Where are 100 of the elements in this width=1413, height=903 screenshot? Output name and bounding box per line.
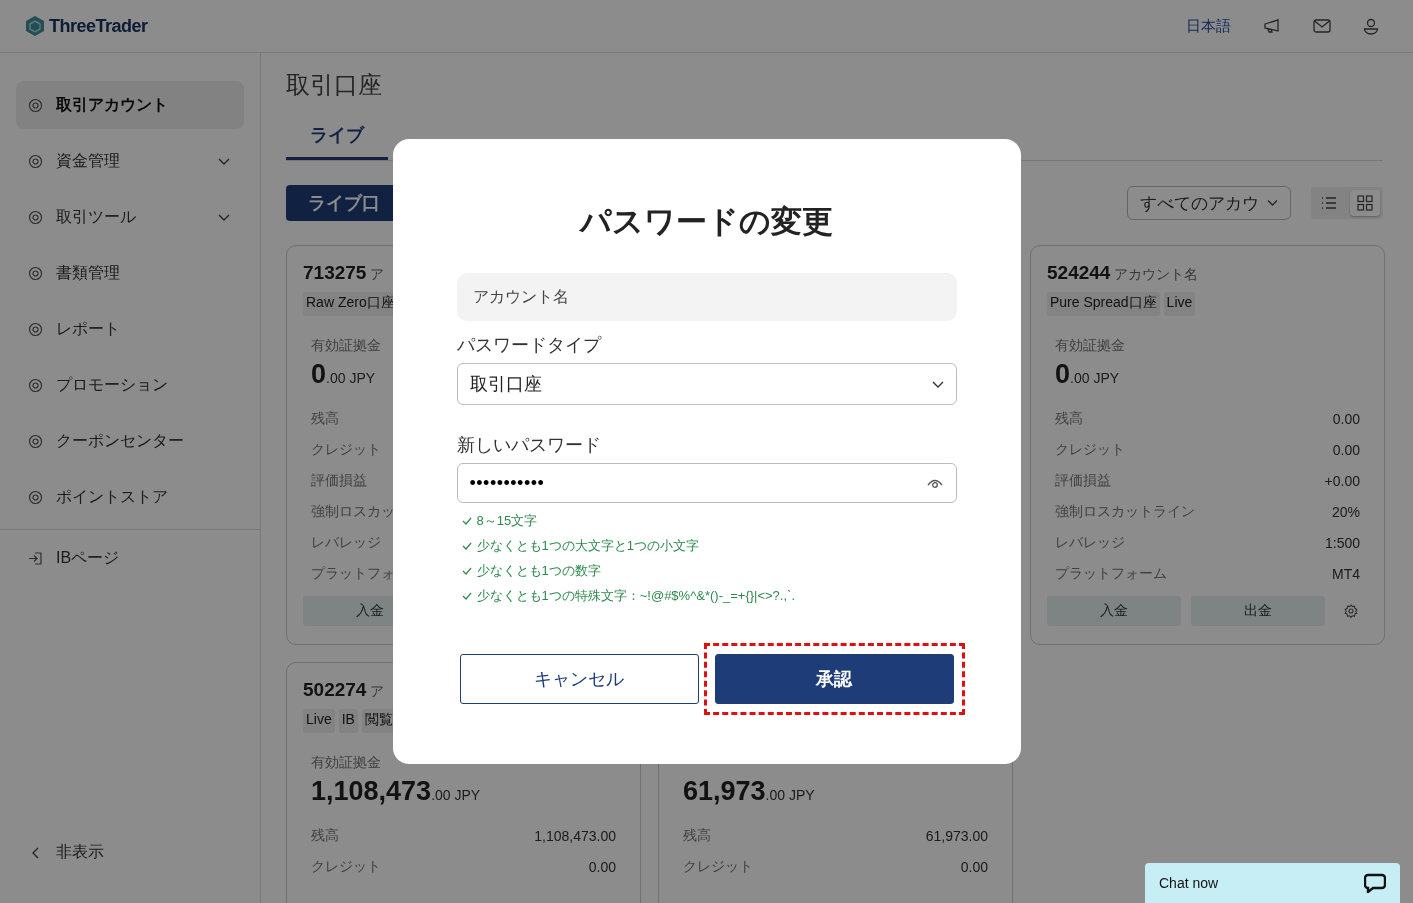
account-tag: Live bbox=[303, 709, 335, 733]
check-icon bbox=[461, 567, 472, 575]
nav-icon bbox=[28, 433, 43, 449]
tab[interactable]: ライブ bbox=[286, 115, 388, 160]
row-label: 残高 bbox=[311, 409, 339, 428]
nav-item[interactable]: 書類管理 bbox=[16, 249, 244, 297]
nav-item[interactable]: レポート bbox=[16, 305, 244, 353]
nav-item[interactable]: IBページ bbox=[16, 534, 244, 582]
dialog-title: パスワードの変更 bbox=[578, 203, 834, 241]
row-label: 残高 bbox=[1055, 409, 1083, 428]
margin-amount: 1,108,473.00 JPY bbox=[311, 775, 481, 808]
account-number: 502274 bbox=[303, 679, 367, 701]
margin-amount: 61,973.00 JPY bbox=[683, 775, 815, 808]
row-label: 残高 bbox=[683, 826, 711, 845]
row-label: 残高 bbox=[311, 826, 339, 845]
row-value: 1:500 bbox=[1324, 534, 1360, 551]
field-label: 新しいパスワード bbox=[456, 434, 602, 457]
row-label: 強制ロスカッ bbox=[311, 502, 395, 521]
row-label: プラットフォーム bbox=[1055, 564, 1167, 583]
login-icon bbox=[28, 550, 43, 566]
password-rule: 少なくとも1つの特殊文字：~!@#$%^&*()-_=+{}|<>?.,`. bbox=[476, 587, 796, 605]
row-value: 0.00 bbox=[588, 858, 616, 875]
row-label: クレジット bbox=[311, 440, 381, 459]
account-name-field[interactable]: アカウント名 bbox=[456, 273, 957, 321]
row-label: クレジット bbox=[311, 857, 381, 876]
row-label: プラットフォ bbox=[311, 564, 395, 583]
row-value: 20% bbox=[1331, 503, 1360, 520]
chevron-left-icon bbox=[32, 846, 39, 859]
nav-icon bbox=[28, 209, 43, 225]
row-label: 評価損益 bbox=[311, 471, 367, 490]
margin-label: 有効証拠金 bbox=[311, 337, 381, 353]
row-label: レバレッジ bbox=[1055, 533, 1125, 552]
settings-icon[interactable] bbox=[1344, 604, 1358, 618]
cancel-button[interactable]: キャンセル bbox=[459, 654, 699, 704]
account-tag: IB bbox=[338, 709, 358, 733]
password-rule: 少なくとも1つの大文字と1つの小文字 bbox=[476, 537, 699, 555]
row-value: 1,108,473.00 bbox=[534, 827, 616, 844]
row-label: 強制ロスカットライン bbox=[1055, 502, 1195, 521]
margin-amount: 0.00 JPY bbox=[1055, 358, 1120, 391]
password-type-select[interactable]: 取引口座 bbox=[456, 363, 957, 405]
collapse-button[interactable]: 非表示 bbox=[16, 842, 244, 863]
margin-amount: 0.00 JPY bbox=[311, 358, 376, 391]
logo-icon bbox=[24, 15, 46, 37]
check-icon bbox=[461, 542, 472, 550]
account-number: 524244 bbox=[1047, 262, 1111, 284]
password-field[interactable]: ••••••••••• bbox=[456, 463, 957, 503]
confirm-button[interactable]: 承認 bbox=[714, 654, 954, 704]
nav-item[interactable]: クーポンセンター bbox=[16, 417, 244, 465]
nav-icon bbox=[28, 265, 43, 281]
action-button[interactable]: 入金 bbox=[1047, 596, 1181, 626]
grid-icon bbox=[1357, 195, 1373, 211]
margin-label: 有効証拠金 bbox=[311, 754, 381, 770]
nav-icon bbox=[28, 97, 43, 113]
nav-item[interactable]: 取引ツール bbox=[16, 193, 244, 241]
row-value: MT4 bbox=[1332, 565, 1360, 582]
account-name: ア bbox=[370, 266, 385, 284]
row-value: +0.00 bbox=[1324, 472, 1360, 489]
megaphone-icon[interactable] bbox=[1263, 18, 1281, 34]
page-title: 取引口座 bbox=[286, 70, 383, 100]
user-icon[interactable] bbox=[1363, 17, 1379, 35]
chat-bubble-icon bbox=[1364, 873, 1386, 893]
language-link[interactable]: 日本語 bbox=[1186, 16, 1231, 36]
nav-icon bbox=[28, 489, 43, 505]
account-number: 713275 bbox=[303, 262, 367, 284]
check-icon bbox=[461, 592, 472, 600]
action-button[interactable]: 出金 bbox=[1191, 596, 1325, 626]
grid-view-button[interactable] bbox=[1350, 190, 1380, 216]
margin-label: 有効証拠金 bbox=[1055, 337, 1125, 353]
nav-icon bbox=[28, 321, 43, 337]
account-tag: Live bbox=[1163, 292, 1196, 316]
account-tag: Pure Spread口座 bbox=[1047, 292, 1160, 316]
check-icon bbox=[461, 517, 472, 525]
list-icon bbox=[1321, 196, 1337, 210]
row-value: 0.00 bbox=[1332, 441, 1360, 458]
row-label: クレジット bbox=[1055, 440, 1125, 459]
row-value: 0.00 bbox=[1332, 410, 1360, 427]
row-value: 0.00 bbox=[960, 858, 988, 875]
password-rule: 少なくとも1つの数字 bbox=[476, 562, 601, 580]
chat-widget[interactable]: Chat now bbox=[1145, 863, 1400, 903]
nav-item[interactable]: 取引アカウント bbox=[16, 81, 244, 129]
eye-icon[interactable] bbox=[926, 478, 943, 489]
nav-item[interactable]: プロモーション bbox=[16, 361, 244, 409]
brand-name[interactable]: ThreeTrader bbox=[49, 15, 148, 37]
chevron-down-icon bbox=[218, 157, 230, 165]
row-label: レバレッジ bbox=[311, 533, 381, 552]
chevron-down-icon bbox=[218, 213, 230, 221]
chevron-down-icon bbox=[931, 380, 944, 388]
row-value: 61,973.00 bbox=[925, 827, 988, 844]
mail-icon[interactable] bbox=[1313, 19, 1331, 33]
chevron-down-icon bbox=[1267, 200, 1278, 206]
account-name: ア bbox=[370, 683, 385, 701]
account-name: アカウント名 bbox=[1114, 266, 1199, 284]
password-rule: 8～15文字 bbox=[476, 512, 538, 530]
row-label: 評価損益 bbox=[1055, 471, 1111, 490]
account-tag: 閲覧 bbox=[361, 709, 396, 733]
field-label: パスワードタイプ bbox=[456, 334, 603, 357]
account-filter-dropdown[interactable]: すべてのアカウ bbox=[1127, 186, 1291, 220]
nav-item[interactable]: ポイントストア bbox=[16, 473, 244, 521]
nav-icon bbox=[28, 377, 43, 393]
nav-item[interactable]: 資金管理 bbox=[16, 137, 244, 185]
